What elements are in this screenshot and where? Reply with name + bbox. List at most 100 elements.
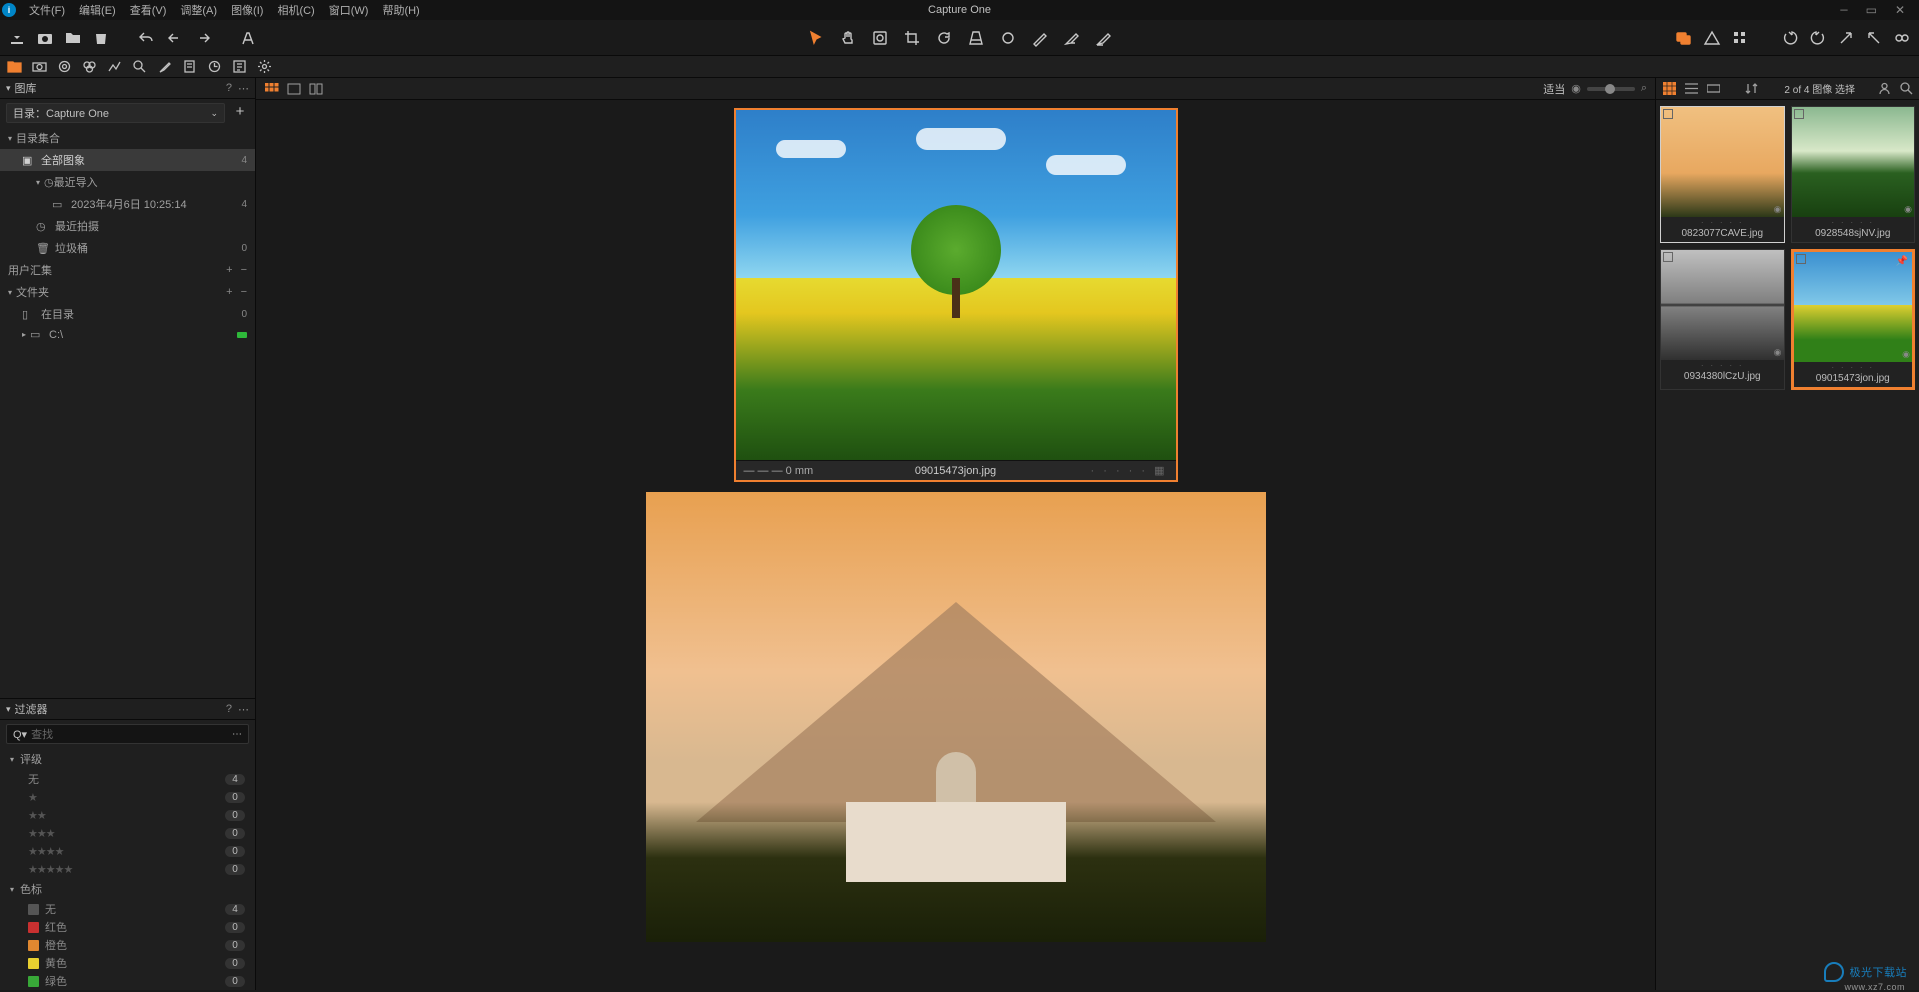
rating-header[interactable]: ▾评级 bbox=[0, 748, 255, 770]
remove-folder-button[interactable]: − bbox=[241, 286, 247, 298]
trash-item[interactable]: 🗑 垃圾桶 0 bbox=[14, 237, 255, 259]
color-row-3[interactable]: 黄色0 bbox=[0, 954, 255, 972]
folder-icon[interactable] bbox=[64, 29, 82, 47]
thumbnail-1[interactable]: ◉· · · · ·0928548sjNV.jpg bbox=[1791, 106, 1916, 243]
rating-dots[interactable]: · · · · · ▦ bbox=[1091, 464, 1168, 477]
undo-icon[interactable] bbox=[138, 29, 156, 47]
menu-view[interactable]: 查看(V) bbox=[123, 0, 174, 20]
drive-item[interactable]: ▸ ▭ C:\ bbox=[0, 325, 255, 344]
warning-icon[interactable] bbox=[1703, 29, 1721, 47]
chevron-down-icon[interactable]: ▾ bbox=[6, 704, 11, 715]
tab-adjust-icon[interactable] bbox=[156, 59, 172, 75]
add-folder-button[interactable]: + bbox=[226, 286, 232, 298]
recent-imports-header[interactable]: ▾◷ 最近导入 bbox=[14, 171, 255, 193]
help-icon[interactable]: ? bbox=[226, 82, 232, 95]
tab-exposure-icon[interactable] bbox=[106, 59, 122, 75]
tab-metadata-icon[interactable] bbox=[181, 59, 197, 75]
menu-adjust[interactable]: 调整(A) bbox=[173, 0, 224, 20]
gradient-icon[interactable] bbox=[1095, 29, 1113, 47]
redo-icon[interactable] bbox=[194, 29, 212, 47]
more-icon[interactable]: ⋯ bbox=[238, 82, 249, 95]
catalog-selector[interactable]: 目录：Capture One ⌄ bbox=[6, 103, 225, 123]
viewer-search-icon[interactable]: ⌕ bbox=[1641, 82, 1647, 95]
view-single-icon[interactable] bbox=[286, 82, 302, 96]
browser-list-icon[interactable] bbox=[1684, 82, 1698, 96]
rating-row-3[interactable]: ★★★0 bbox=[0, 824, 255, 842]
selected-image-card[interactable]: — — — 0 mm 09015473jon.jpg · · · · · ▦ bbox=[734, 108, 1178, 482]
help-icon[interactable]: ? bbox=[226, 703, 232, 716]
add-collection-button[interactable]: + bbox=[226, 264, 232, 276]
process-icon[interactable] bbox=[1865, 29, 1883, 47]
hand-icon[interactable] bbox=[839, 29, 857, 47]
remove-collection-button[interactable]: − bbox=[241, 264, 247, 276]
menu-edit[interactable]: 编辑(E) bbox=[72, 0, 123, 20]
search-menu-icon[interactable]: ⋯ bbox=[232, 729, 242, 740]
view-split-icon[interactable] bbox=[308, 82, 324, 96]
link-icon[interactable] bbox=[1893, 29, 1911, 47]
viewer-body[interactable]: — — — 0 mm 09015473jon.jpg · · · · · ▦ bbox=[256, 100, 1655, 990]
rotate-icon[interactable] bbox=[935, 29, 953, 47]
trash-icon[interactable] bbox=[92, 29, 110, 47]
keystone-icon[interactable] bbox=[967, 29, 985, 47]
catalog-collections-header[interactable]: ▾目录集合 bbox=[0, 127, 255, 149]
export-icon[interactable] bbox=[1837, 29, 1855, 47]
color-row-4[interactable]: 绿色0 bbox=[0, 972, 255, 990]
rating-row-5[interactable]: ★★★★★0 bbox=[0, 860, 255, 878]
tab-capture-icon[interactable] bbox=[31, 59, 47, 75]
tab-lens-icon[interactable] bbox=[56, 59, 72, 75]
image-card-2[interactable] bbox=[646, 492, 1266, 942]
import-session-item[interactable]: ▭ 2023年4月6日 10:25:14 4 bbox=[14, 193, 255, 215]
menu-help[interactable]: 帮助(H) bbox=[375, 0, 426, 20]
rating-row-2[interactable]: ★★0 bbox=[0, 806, 255, 824]
tab-batch-icon[interactable] bbox=[231, 59, 247, 75]
color-row-1[interactable]: 红色0 bbox=[0, 918, 255, 936]
zoom-slider[interactable] bbox=[1587, 87, 1635, 91]
rating-row-1[interactable]: ★0 bbox=[0, 788, 255, 806]
annotate-icon[interactable] bbox=[240, 29, 258, 47]
camera-icon[interactable] bbox=[36, 29, 54, 47]
menu-camera[interactable]: 相机(C) bbox=[270, 0, 321, 20]
loupe-icon[interactable] bbox=[871, 29, 889, 47]
rotate-left-icon[interactable] bbox=[1781, 29, 1799, 47]
tab-library-icon[interactable] bbox=[6, 59, 22, 75]
grid-small-icon[interactable] bbox=[1731, 29, 1749, 47]
add-catalog-button[interactable]: + bbox=[231, 104, 249, 122]
spot-icon[interactable] bbox=[999, 29, 1017, 47]
tab-details-icon[interactable] bbox=[131, 59, 147, 75]
cursor-icon[interactable] bbox=[807, 29, 825, 47]
user-collections-header[interactable]: 用户汇集 +− bbox=[0, 259, 255, 281]
tab-color-icon[interactable] bbox=[81, 59, 97, 75]
person-icon[interactable] bbox=[1877, 82, 1891, 96]
view-grid-icon[interactable] bbox=[264, 82, 280, 96]
tab-settings-icon[interactable] bbox=[256, 59, 272, 75]
rating-row-4[interactable]: ★★★★0 bbox=[0, 842, 255, 860]
menu-window[interactable]: 窗口(W) bbox=[322, 0, 376, 20]
maximize-button[interactable]: ▭ bbox=[1862, 3, 1881, 18]
browser-film-icon[interactable] bbox=[1706, 82, 1720, 96]
color-row-0[interactable]: 无4 bbox=[0, 900, 255, 918]
multiview-icon[interactable] bbox=[1675, 29, 1693, 47]
color-row-2[interactable]: 橙色0 bbox=[0, 936, 255, 954]
eraser-icon[interactable] bbox=[1063, 29, 1081, 47]
undo2-icon[interactable] bbox=[166, 29, 184, 47]
rotate-right-icon[interactable] bbox=[1809, 29, 1827, 47]
rating-row-0[interactable]: 无4 bbox=[0, 770, 255, 788]
thumbnail-3[interactable]: ◉📌· · · · ·09015473jon.jpg bbox=[1791, 249, 1916, 390]
tab-output-icon[interactable] bbox=[206, 59, 222, 75]
browser-search-icon[interactable] bbox=[1899, 82, 1913, 96]
brush-icon[interactable] bbox=[1031, 29, 1049, 47]
thumbnail-0[interactable]: ◉· · · · ·0823077CAVE.jpg bbox=[1660, 106, 1785, 243]
browser-grid-icon[interactable] bbox=[1662, 82, 1676, 96]
menu-image[interactable]: 图像(I) bbox=[224, 0, 270, 20]
close-button[interactable]: ✕ bbox=[1891, 3, 1909, 18]
import-icon[interactable] bbox=[8, 29, 26, 47]
in-catalog-item[interactable]: ▯ 在目录 0 bbox=[0, 303, 255, 325]
folders-header[interactable]: ▾文件夹 +− bbox=[0, 281, 255, 303]
color-header[interactable]: ▾色标 bbox=[0, 878, 255, 900]
thumbnail-2[interactable]: ◉· · · · ·0934380lCzU.jpg bbox=[1660, 249, 1785, 390]
crop-icon[interactable] bbox=[903, 29, 921, 47]
person-icon[interactable]: ◉ bbox=[1571, 82, 1581, 95]
minimize-button[interactable]: — bbox=[1836, 3, 1851, 18]
menu-file[interactable]: 文件(F) bbox=[22, 0, 72, 20]
chevron-down-icon[interactable]: ▾ bbox=[6, 83, 11, 94]
